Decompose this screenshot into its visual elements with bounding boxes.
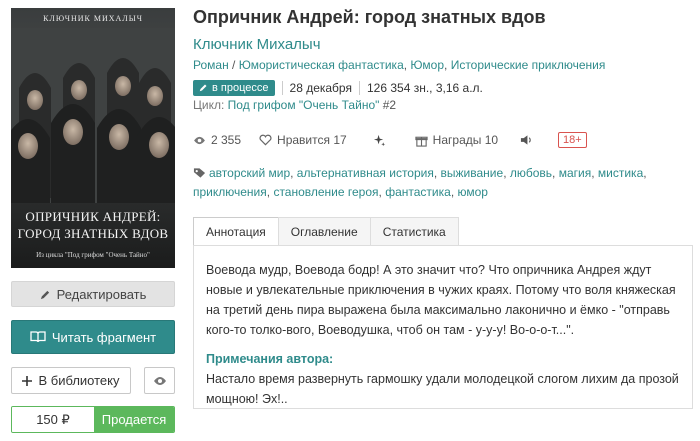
cover-title: ОПРИЧНИК АНДРЕЙ: ГОРОД ЗНАТНЫХ ВДОВ [11,208,175,242]
audio-button[interactable] [520,134,538,146]
book-cover[interactable]: КЛЮЧНИК МИХАЛЫЧ ОПРИЧНИК АНДРЕЙ: ГОРОД З… [11,8,175,268]
status-badge: в процессе [193,79,275,96]
speaker-icon [520,135,531,145]
cycle-number: #2 [382,98,397,112]
author-notes-title: Примечания автора: [206,352,334,366]
price-widget[interactable]: 150 ₽ Продается [11,406,175,433]
cover-title-line2: ГОРОД ЗНАТНЫХ ВДОВ [17,226,169,241]
read-fragment-button[interactable]: Читать фрагмент [11,320,175,354]
age-rating-badge: 18+ [558,132,587,148]
book-meta: в процессе 28 декабря 126 354 зн., 3,16 … [193,79,483,96]
edit-button-label: Редактировать [56,286,147,302]
genre-link[interactable]: Исторические приключения [451,58,606,72]
tab-statistics[interactable]: Статистика [369,217,459,245]
awards-button[interactable]: Награды 10 [415,133,498,147]
watch-button[interactable] [144,367,175,394]
book-tabs: Аннотация Оглавление Статистика [193,217,459,245]
genre-list: Роман / Юмористическая фантастика, Юмор,… [193,58,606,72]
awards-label: Награды 10 [432,133,499,147]
tag-link[interactable]: приключения [193,185,267,199]
eye-icon [153,376,166,385]
tab-contents[interactable]: Оглавление [277,217,371,245]
tag-link[interactable]: магия [559,166,592,180]
tag-link[interactable]: авторский мир [209,166,290,180]
views-stat: 2 355 [193,133,241,147]
tab-annotation[interactable]: Аннотация [193,217,279,245]
tag-link[interactable]: выживание [441,166,504,180]
cover-author: КЛЮЧНИК МИХАЛЫЧ [43,14,143,23]
cover-series: Из цикла "Под грифом "Очень Тайно" [36,251,150,259]
cycle-label: Цикл: [193,98,225,112]
add-to-library-label: В библиотеку [38,373,120,388]
annotation-panel: Воевода мудр, Воевода бодр! А это значит… [193,245,693,409]
tag-link[interactable]: становление героя [273,185,378,199]
like-button[interactable]: Нравится 17 [259,133,347,147]
annotation-text: Воевода мудр, Воевода бодр! А это значит… [206,263,676,337]
read-fragment-label: Читать фрагмент [51,329,157,345]
heart-icon [259,134,272,146]
views-count: 2 355 [211,133,242,147]
book-title: Опричник Андрей: город знатных вдов [193,7,546,27]
price-value: 150 ₽ [12,407,94,432]
gift-icon [415,136,428,147]
pencil-icon [40,290,49,299]
cycle-link[interactable]: Под грифом "Очень Тайно" [228,98,380,112]
tag-list: авторский мир, альтернативная история, в… [193,166,647,199]
plus-icon [22,375,33,386]
sparkle-icon [373,134,385,146]
genre-link[interactable]: Роман [193,58,229,72]
add-to-library-button[interactable]: В библиотеку [11,367,131,394]
sell-status-button[interactable]: Продается [94,407,174,432]
publish-date: 28 декабря [289,80,352,95]
tag-icon [193,168,206,178]
eye-icon [194,136,205,144]
pencil-icon [199,84,207,92]
book-stats: 2 355 Нравится 17 Награды 10 18+ [193,131,587,149]
book-size: 126 354 зн., 3,16 а.л. [366,80,483,95]
tag-link[interactable]: юмор [457,185,487,199]
status-label: в процессе [212,81,269,94]
cover-illustration [11,28,175,203]
tag-link[interactable]: фантастика [385,185,451,199]
likes-label: Нравится 17 [277,133,347,147]
tag-link[interactable]: любовь [510,166,552,180]
author-notes-text: Настало время развернуть гармошку удали … [206,372,679,406]
tag-link[interactable]: мистика [598,166,643,180]
tag-link[interactable]: альтернативная история [297,166,434,180]
sparkle-button[interactable] [373,134,391,147]
genre-link[interactable]: Юмористическая фантастика [239,58,404,72]
cover-title-line1: ОПРИЧНИК АНДРЕЙ: [25,209,161,224]
genre-link[interactable]: Юмор [410,58,444,72]
cycle-info: Цикл: Под грифом "Очень Тайно" #2 [193,98,396,112]
edit-button[interactable]: Редактировать [11,281,175,307]
book-open-icon [30,331,46,343]
author-link[interactable]: Ключник Михалыч [193,36,321,53]
